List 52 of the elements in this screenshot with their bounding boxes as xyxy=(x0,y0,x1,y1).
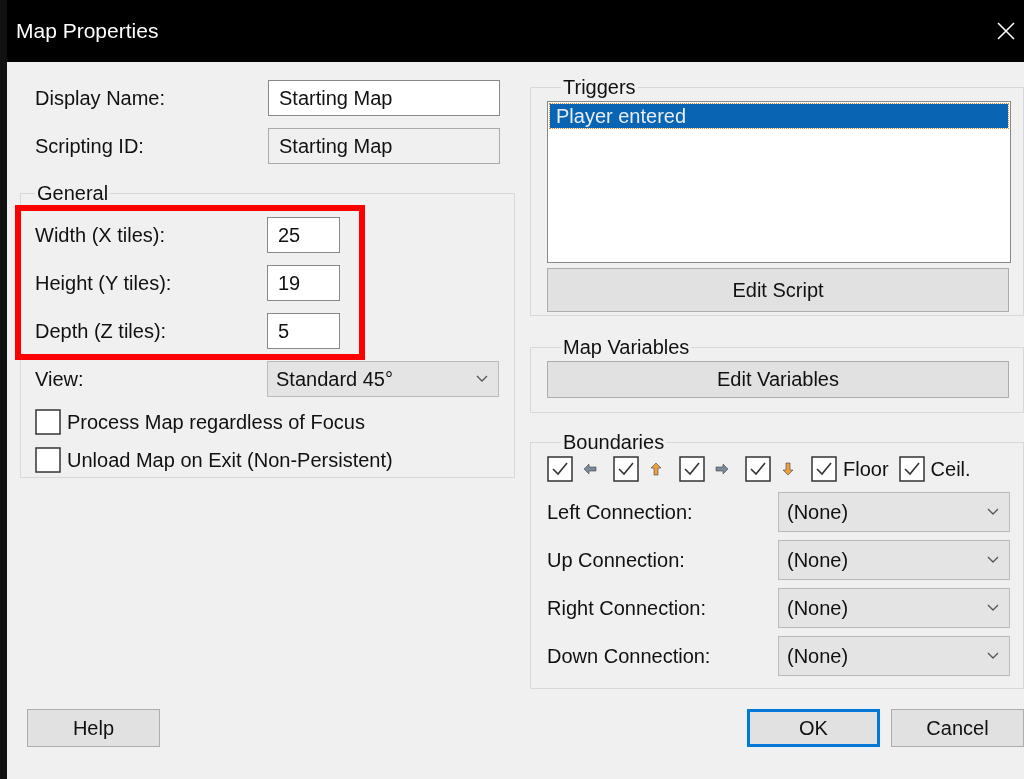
connection-dropdown[interactable]: (None) xyxy=(778,588,1010,628)
chevron-down-icon xyxy=(987,508,999,516)
field-label: Height (Y tiles): xyxy=(34,271,173,295)
field-label: Up Connection: xyxy=(547,548,686,572)
number-field[interactable]: 5 xyxy=(267,313,340,349)
checkbox[interactable] xyxy=(679,456,705,482)
down-arrow-icon xyxy=(781,462,795,476)
number-field[interactable]: 25 xyxy=(267,217,340,253)
checkbox-label: Ceil. xyxy=(930,457,971,481)
checkbox-label: Unload Map on Exit (Non-Persistent) xyxy=(67,448,393,472)
field-label: Display Name: xyxy=(34,86,167,110)
checkbox[interactable] xyxy=(35,409,61,435)
connection-dropdown[interactable]: (None) xyxy=(778,492,1010,532)
chevron-down-icon xyxy=(987,556,999,564)
checkbox-label: Process Map regardless of Focus xyxy=(67,410,365,434)
connection-dropdown[interactable]: (None) xyxy=(778,540,1010,580)
chevron-down-icon xyxy=(987,652,999,660)
dialog-button[interactable]: Help xyxy=(27,709,160,747)
close-icon[interactable] xyxy=(996,21,1016,41)
group-title: General xyxy=(36,182,110,205)
text-field[interactable]: Starting Map xyxy=(268,80,500,116)
field-label: Scripting ID: xyxy=(34,134,145,158)
list-item[interactable]: Player entered xyxy=(550,104,1008,128)
number-field[interactable]: 19 xyxy=(267,265,340,301)
edit-variables-button[interactable]: Edit Variables xyxy=(547,361,1009,398)
chevron-down-icon xyxy=(476,375,488,383)
checkbox[interactable] xyxy=(898,456,925,482)
right-arrow-icon xyxy=(715,462,729,476)
field-label: Left Connection: xyxy=(547,500,694,524)
field-label: Depth (Z tiles): xyxy=(34,319,168,343)
checkbox[interactable] xyxy=(745,456,771,482)
checkbox[interactable] xyxy=(613,456,639,482)
edit-script-button[interactable]: Edit Script xyxy=(547,268,1009,312)
group-title: Map Variables xyxy=(562,336,691,359)
up-arrow-icon xyxy=(649,462,663,476)
field-label: View: xyxy=(34,367,85,391)
checkbox-label: Floor xyxy=(843,457,889,481)
group-title: Boundaries xyxy=(562,431,666,454)
field-label: Width (X tiles): xyxy=(34,223,167,247)
checkbox[interactable] xyxy=(35,447,61,473)
chevron-down-icon xyxy=(987,604,999,612)
dialog-button[interactable]: OK xyxy=(747,709,880,747)
left-arrow-icon xyxy=(583,462,597,476)
view-dropdown[interactable]: Standard 45° xyxy=(267,361,499,397)
field-label: Right Connection: xyxy=(547,596,707,620)
connection-dropdown[interactable]: (None) xyxy=(778,636,1010,676)
checkbox[interactable] xyxy=(547,456,573,482)
dialog-button[interactable]: Cancel xyxy=(891,709,1024,747)
group-title: Triggers xyxy=(562,76,637,99)
checkbox[interactable] xyxy=(811,456,837,482)
field-label: Down Connection: xyxy=(547,644,712,668)
window-title: Map Properties xyxy=(16,19,159,43)
